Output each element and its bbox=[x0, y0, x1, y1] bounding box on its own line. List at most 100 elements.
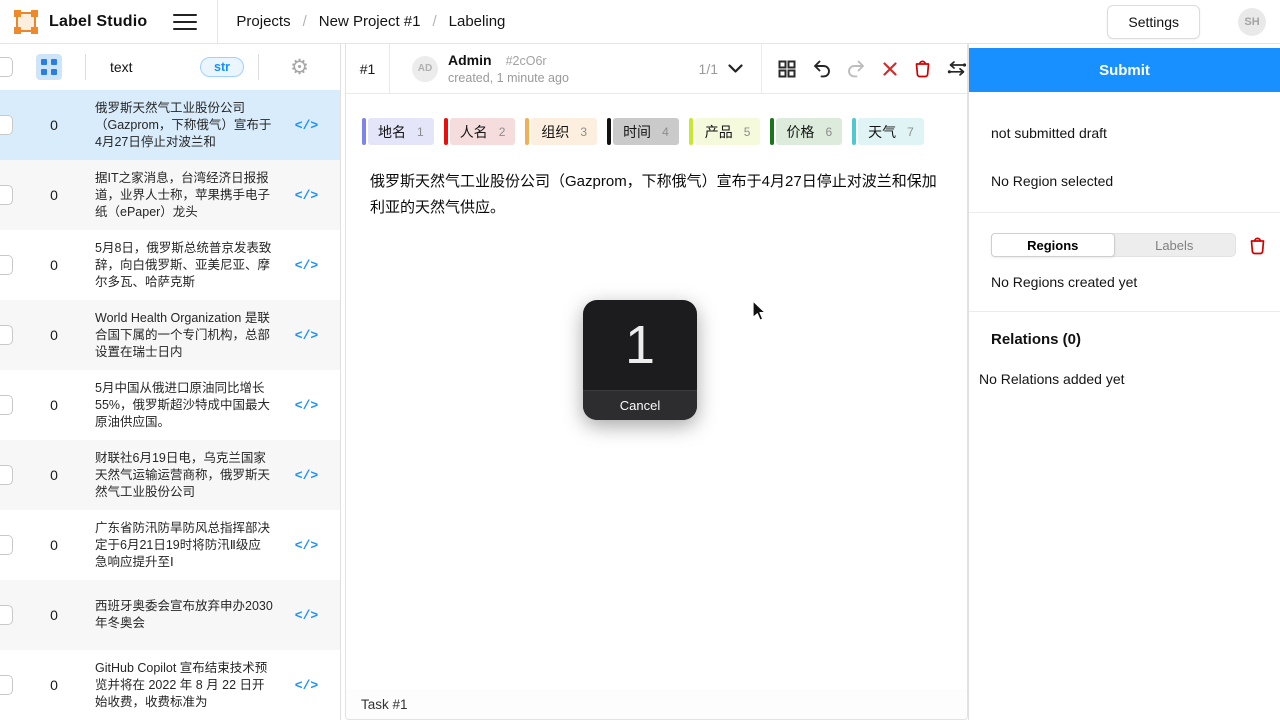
label-color-bar bbox=[362, 118, 366, 145]
task-text-preview[interactable]: 俄罗斯天然气工业股份公司（Gazprom，下称俄气）宣布于4月27日停止对波兰和 bbox=[95, 100, 273, 151]
code-icon: </> bbox=[295, 328, 318, 343]
task-footer-label: Task #1 bbox=[361, 697, 408, 712]
mouse-cursor bbox=[752, 300, 766, 321]
code-icon: </> bbox=[295, 608, 318, 623]
task-row[interactable]: 0 西班牙奥委会宣布放弃申办2030年冬奥会 </> bbox=[0, 580, 340, 650]
regions-labels-tabs: Regions Labels bbox=[991, 233, 1236, 257]
annotation-count: 0 bbox=[13, 117, 95, 133]
task-row[interactable]: 0 GitHub Copilot 宣布结束技术预览并将在 2022 年 8 月 … bbox=[0, 650, 340, 720]
delete-regions-trash-icon[interactable] bbox=[1249, 236, 1266, 255]
task-text-preview[interactable]: 西班牙奥委会宣布放弃申办2030年冬奥会 bbox=[95, 598, 273, 632]
label-hotkey: 4 bbox=[662, 125, 669, 139]
annotation-count: 0 bbox=[13, 677, 95, 693]
region-selected-status: No Region selected bbox=[991, 173, 1280, 189]
columns-settings-gear-icon[interactable]: ⚙ bbox=[290, 57, 309, 78]
task-text-preview[interactable]: 5月中国从俄进口原油同比增长55%，俄罗斯超沙特成中国最大原油供应国。 bbox=[95, 380, 273, 431]
hamburger-menu-icon[interactable] bbox=[173, 14, 197, 30]
task-text-preview[interactable]: 广东省防汛防旱防风总指挥部决定于6月21日19时将防汛Ⅱ级应急响应提升至Ⅰ bbox=[95, 520, 273, 571]
label-hotkey: 2 bbox=[499, 125, 506, 139]
hotkey-cancel-button[interactable]: Cancel bbox=[583, 390, 697, 420]
annotator-name: Admin bbox=[448, 52, 492, 69]
label-tag[interactable]: 时间 4 bbox=[607, 118, 679, 145]
task-row-checkbox[interactable] bbox=[0, 185, 13, 205]
panel-divider bbox=[969, 212, 1280, 213]
label-tag[interactable]: 组织 3 bbox=[525, 118, 597, 145]
annotations-column-icon[interactable] bbox=[36, 54, 62, 80]
task-row[interactable]: 0 财联社6月19日电，乌克兰国家天然气运输运营商称，俄罗斯天然气工业股份公司 … bbox=[0, 440, 340, 510]
code-icon: </> bbox=[295, 678, 318, 693]
undo-icon[interactable] bbox=[812, 59, 831, 78]
settings-button[interactable]: Settings bbox=[1107, 5, 1200, 39]
task-row[interactable]: 0 5月8日，俄罗斯总统普京发表致辞，向白俄罗斯、亚美尼亚、摩尔多瓦、哈萨克斯 … bbox=[0, 230, 340, 300]
annotation-side-panel: Submit not submitted draft No Region sel… bbox=[968, 44, 1280, 720]
task-row-checkbox[interactable] bbox=[0, 535, 13, 555]
task-text-preview[interactable]: 5月8日，俄罗斯总统普京发表致辞，向白俄罗斯、亚美尼亚、摩尔多瓦、哈萨克斯 bbox=[95, 240, 273, 291]
tab-regions[interactable]: Regions bbox=[991, 233, 1115, 257]
annotation-id: #2cO6r bbox=[506, 54, 547, 69]
user-avatar[interactable]: SH bbox=[1238, 8, 1266, 36]
delete-trash-icon[interactable] bbox=[914, 59, 931, 78]
breadcrumb-project-name[interactable]: New Project #1 bbox=[319, 13, 421, 30]
code-icon: </> bbox=[295, 538, 318, 553]
label-tag[interactable]: 价格 6 bbox=[770, 118, 842, 145]
label-hotkey: 3 bbox=[580, 125, 587, 139]
annotation-toolbar bbox=[762, 59, 967, 78]
task-text-preview[interactable]: World Health Organization 是联合国下属的一个专门机构，… bbox=[95, 310, 273, 361]
document-text[interactable]: 俄罗斯天然气工业股份公司（Gazprom，下称俄气）宣布于4月27日停止对波兰和… bbox=[370, 169, 947, 221]
task-row-checkbox[interactable] bbox=[0, 605, 13, 625]
task-row-checkbox[interactable] bbox=[0, 115, 13, 135]
task-row-checkbox[interactable] bbox=[0, 395, 13, 415]
annotator-avatar: AD bbox=[412, 56, 438, 82]
task-row[interactable]: 0 5月中国从俄进口原油同比增长55%，俄罗斯超沙特成中国最大原油供应国。 </… bbox=[0, 370, 340, 440]
app-logo-wrap: Label Studio bbox=[0, 9, 147, 35]
task-text-preview[interactable]: GitHub Copilot 宣布结束技术预览并将在 2022 年 8 月 22… bbox=[95, 660, 273, 711]
label-hotkey: 6 bbox=[825, 125, 832, 139]
task-row[interactable]: 0 广东省防汛防旱防风总指挥部决定于6月21日19时将防汛Ⅱ级应急响应提升至Ⅰ … bbox=[0, 510, 340, 580]
label-tag[interactable]: 地名 1 bbox=[362, 118, 434, 145]
annotation-count: 0 bbox=[13, 187, 95, 203]
code-icon: </> bbox=[295, 468, 318, 483]
created-info: created, 1 minute ago bbox=[448, 71, 569, 86]
label-color-bar bbox=[607, 118, 611, 145]
task-row-checkbox[interactable] bbox=[0, 465, 13, 485]
task-list-header: text str ⚙ bbox=[0, 44, 340, 90]
code-icon: </> bbox=[295, 118, 318, 133]
submit-button[interactable]: Submit bbox=[969, 48, 1280, 92]
label-color-bar bbox=[852, 118, 856, 145]
annotation-count: 0 bbox=[13, 537, 95, 553]
column-type-badge[interactable]: str bbox=[200, 57, 244, 77]
task-row[interactable]: 0 World Health Organization 是联合国下属的一个专门机… bbox=[0, 300, 340, 370]
select-all-checkbox[interactable] bbox=[0, 57, 13, 77]
label-hotkey: 5 bbox=[744, 125, 751, 139]
task-row-checkbox[interactable] bbox=[0, 675, 13, 695]
tab-labels[interactable]: Labels bbox=[1114, 234, 1236, 256]
relations-empty-message: No Relations added yet bbox=[979, 371, 1280, 387]
task-row-checkbox[interactable] bbox=[0, 325, 13, 345]
breadcrumb-projects[interactable]: Projects bbox=[236, 13, 290, 30]
task-row-checkbox[interactable] bbox=[0, 255, 13, 275]
task-text-preview[interactable]: 据IT之家消息，台湾经济日报报道，业界人士称，苹果携手电子纸（ePaper）龙头 bbox=[95, 170, 273, 221]
chevron-down-icon[interactable] bbox=[728, 64, 743, 74]
text-column-header[interactable]: text bbox=[110, 59, 133, 75]
label-tag[interactable]: 人名 2 bbox=[444, 118, 516, 145]
label-name: 价格 bbox=[786, 122, 814, 142]
task-text-preview[interactable]: 财联社6月19日电，乌克兰国家天然气运输运营商称，俄罗斯天然气工业股份公司 bbox=[95, 450, 273, 501]
hotkey-key-display: 1 bbox=[583, 300, 697, 390]
redo-icon[interactable] bbox=[847, 59, 866, 78]
annotation-count: 0 bbox=[13, 327, 95, 343]
label-color-bar bbox=[770, 118, 774, 145]
top-bar: Label Studio Projects / New Project #1 /… bbox=[0, 0, 1280, 44]
task-row[interactable]: 0 俄罗斯天然气工业股份公司（Gazprom，下称俄气）宣布于4月27日停止对波… bbox=[0, 90, 340, 160]
reject-cross-icon[interactable] bbox=[882, 61, 898, 77]
label-color-bar bbox=[689, 118, 693, 145]
label-tag[interactable]: 天气 7 bbox=[852, 118, 924, 145]
label-name: 时间 bbox=[623, 122, 651, 142]
label-name: 人名 bbox=[460, 122, 488, 142]
view-all-grid-icon[interactable] bbox=[778, 60, 796, 78]
label-tag[interactable]: 产品 5 bbox=[689, 118, 761, 145]
settings-sliders-icon[interactable] bbox=[947, 61, 967, 76]
task-row[interactable]: 0 据IT之家消息，台湾经济日报报道，业界人士称，苹果携手电子纸（ePaper）… bbox=[0, 160, 340, 230]
hotkey-overlay: 1 Cancel bbox=[583, 300, 697, 420]
task-list: 0 俄罗斯天然气工业股份公司（Gazprom，下称俄气）宣布于4月27日停止对波… bbox=[0, 90, 340, 720]
breadcrumb-labeling[interactable]: Labeling bbox=[449, 13, 506, 30]
